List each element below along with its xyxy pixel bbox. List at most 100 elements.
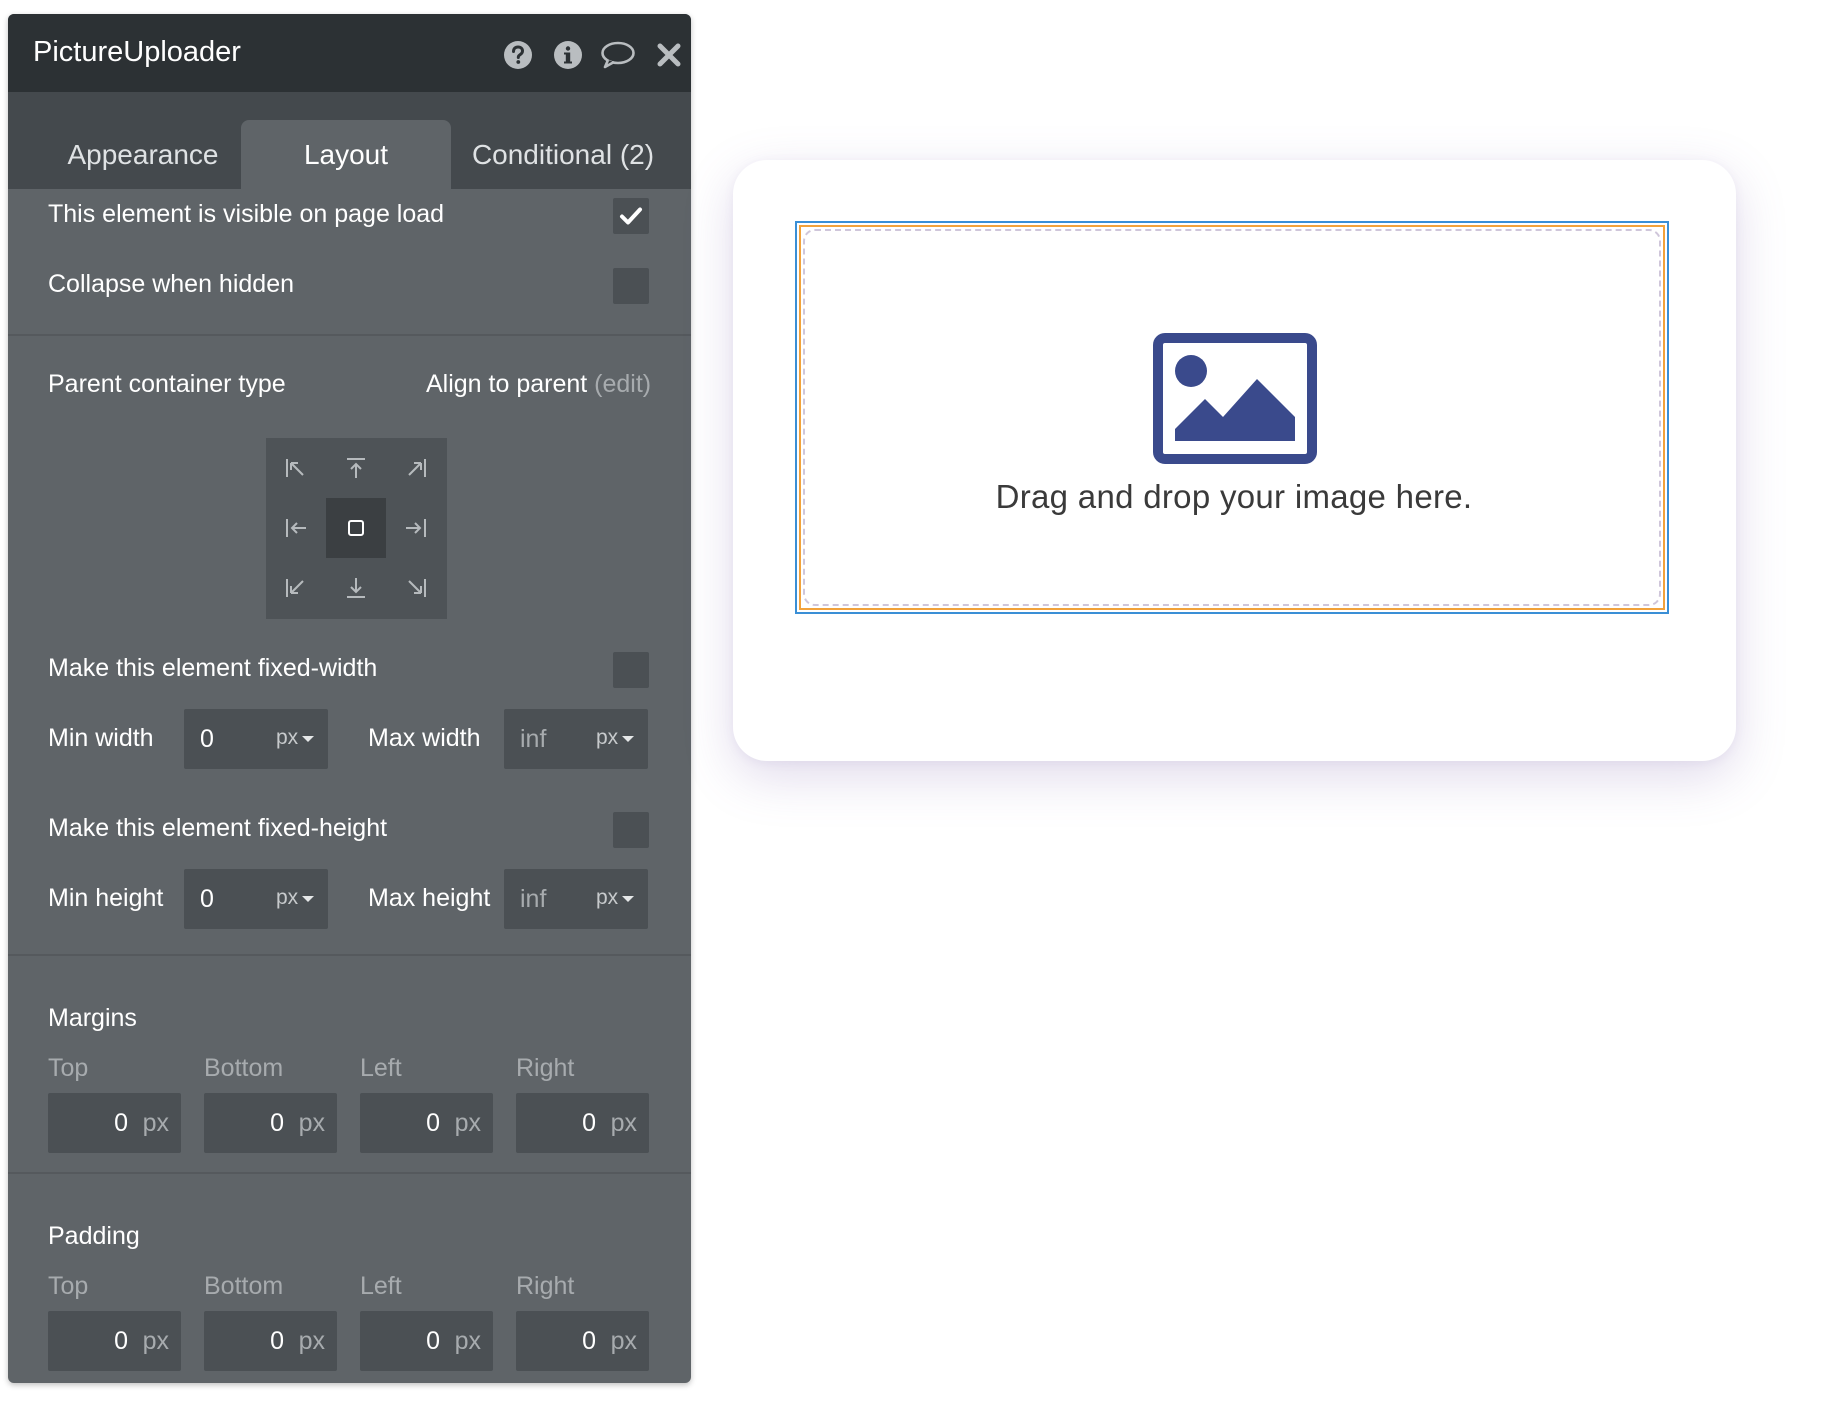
padding-top-label: Top bbox=[48, 1272, 89, 1300]
info-icon[interactable] bbox=[553, 40, 583, 70]
align-top-center-button[interactable] bbox=[326, 438, 386, 498]
min-width-input[interactable]: 0 px bbox=[184, 709, 328, 769]
margin-top-value: 0 bbox=[114, 1109, 128, 1137]
align-middle-left-icon bbox=[286, 519, 306, 537]
align-top-right-button[interactable] bbox=[386, 438, 446, 498]
help-icon[interactable] bbox=[503, 40, 533, 70]
align-center-button[interactable] bbox=[326, 498, 386, 558]
margins-title: Margins bbox=[48, 1004, 137, 1032]
chevron-down-icon bbox=[622, 896, 634, 902]
padding-left-label: Left bbox=[360, 1272, 402, 1300]
padding-left-unit: px bbox=[454, 1327, 481, 1355]
min-height-unit-select[interactable]: px bbox=[276, 886, 298, 910]
max-width-unit-select[interactable]: px bbox=[596, 726, 618, 750]
visible-on-load-label: This element is visible on page load bbox=[48, 200, 445, 228]
tab-appearance[interactable]: Appearance bbox=[33, 120, 253, 189]
margin-top-unit: px bbox=[142, 1109, 169, 1137]
section-divider bbox=[8, 1172, 691, 1174]
margin-left-unit: px bbox=[454, 1109, 481, 1137]
align-top-left-button[interactable] bbox=[266, 438, 326, 498]
margin-right-value: 0 bbox=[582, 1109, 596, 1137]
padding-right-label: Right bbox=[516, 1272, 575, 1300]
tab-layout[interactable]: Layout bbox=[241, 120, 451, 189]
max-height-input[interactable]: inf px bbox=[504, 869, 648, 929]
padding-left-input[interactable]: 0 px bbox=[360, 1311, 493, 1371]
min-width-value: 0 bbox=[200, 725, 214, 753]
align-top-left-icon bbox=[286, 459, 304, 477]
fixed-height-checkbox[interactable] bbox=[613, 812, 649, 848]
tab-appearance-label: Appearance bbox=[67, 138, 219, 170]
max-width-placeholder: inf bbox=[520, 725, 547, 753]
align-bottom-left-icon bbox=[286, 579, 304, 597]
chevron-down-icon bbox=[302, 896, 314, 902]
tab-conditional-label: Conditional (2) bbox=[471, 138, 655, 170]
image-icon bbox=[1153, 333, 1317, 464]
min-width-unit-select[interactable]: px bbox=[276, 726, 298, 750]
parent-container-edit-link[interactable]: (edit) bbox=[594, 370, 651, 398]
max-height-unit-select[interactable]: px bbox=[596, 886, 618, 910]
picture-uploader[interactable]: Drag and drop your image here. bbox=[795, 221, 1669, 614]
alignment-grid bbox=[266, 438, 447, 619]
align-center-icon bbox=[348, 520, 364, 536]
align-bottom-left-button[interactable] bbox=[266, 558, 326, 618]
padding-top-value: 0 bbox=[114, 1327, 128, 1355]
padding-bottom-unit: px bbox=[298, 1327, 325, 1355]
margin-right-input[interactable]: 0 px bbox=[516, 1093, 649, 1153]
min-height-label: Min height bbox=[48, 884, 164, 912]
align-middle-right-button[interactable] bbox=[386, 498, 446, 558]
padding-right-input[interactable]: 0 px bbox=[516, 1311, 649, 1371]
margin-left-value: 0 bbox=[426, 1109, 440, 1137]
dropzone-text: Drag and drop your image here. bbox=[995, 478, 1473, 515]
min-width-label: Min width bbox=[48, 724, 154, 752]
panel-tabs: Appearance Layout Conditional (2) bbox=[8, 92, 691, 189]
margin-top-input[interactable]: 0 px bbox=[48, 1093, 181, 1153]
parent-container-type: Align to parent bbox=[426, 370, 588, 398]
parent-container-value[interactable]: Align to parent (edit) bbox=[426, 370, 651, 399]
margin-right-label: Right bbox=[516, 1054, 575, 1082]
padding-bottom-input[interactable]: 0 px bbox=[204, 1311, 337, 1371]
margin-right-unit: px bbox=[610, 1109, 637, 1137]
padding-top-input[interactable]: 0 px bbox=[48, 1311, 181, 1371]
margin-bottom-unit: px bbox=[298, 1109, 325, 1137]
chevron-down-icon bbox=[302, 736, 314, 742]
padding-left-value: 0 bbox=[426, 1327, 440, 1355]
panel-titlebar[interactable]: PictureUploader bbox=[8, 14, 691, 92]
margin-left-input[interactable]: 0 px bbox=[360, 1093, 493, 1153]
margin-left-label: Left bbox=[360, 1054, 402, 1082]
align-top-center-icon bbox=[347, 458, 365, 478]
chevron-down-icon bbox=[622, 736, 634, 742]
fixed-height-label: Make this element fixed-height bbox=[48, 814, 388, 842]
padding-top-unit: px bbox=[142, 1327, 169, 1355]
padding-bottom-value: 0 bbox=[270, 1327, 284, 1355]
collapse-when-hidden-checkbox[interactable] bbox=[613, 268, 649, 304]
margin-bottom-input[interactable]: 0 px bbox=[204, 1093, 337, 1153]
max-width-label: Max width bbox=[368, 724, 481, 752]
comment-icon[interactable] bbox=[600, 40, 636, 70]
parent-container-label: Parent container type bbox=[48, 370, 286, 398]
panel-title: PictureUploader bbox=[33, 36, 241, 68]
fixed-width-label: Make this element fixed-width bbox=[48, 654, 378, 682]
align-middle-right-icon bbox=[406, 519, 426, 537]
fixed-width-checkbox[interactable] bbox=[613, 652, 649, 688]
property-editor-panel: PictureUploader Appearance Layout Condit… bbox=[8, 14, 691, 1383]
tab-conditional[interactable]: Conditional (2) bbox=[453, 120, 673, 189]
max-width-input[interactable]: inf px bbox=[504, 709, 648, 769]
collapse-when-hidden-label: Collapse when hidden bbox=[48, 270, 295, 298]
close-icon[interactable] bbox=[654, 40, 684, 70]
max-height-label: Max height bbox=[368, 884, 491, 912]
padding-bottom-label: Bottom bbox=[204, 1272, 284, 1300]
align-bottom-center-button[interactable] bbox=[326, 558, 386, 618]
margin-top-label: Top bbox=[48, 1054, 89, 1082]
checkmark-icon bbox=[620, 207, 642, 225]
padding-right-unit: px bbox=[610, 1327, 637, 1355]
visible-on-load-checkbox[interactable] bbox=[613, 198, 649, 234]
align-top-right-icon bbox=[408, 459, 426, 477]
section-divider bbox=[8, 954, 691, 956]
align-bottom-right-button[interactable] bbox=[386, 558, 446, 618]
align-middle-left-button[interactable] bbox=[266, 498, 326, 558]
min-height-value: 0 bbox=[200, 885, 214, 913]
padding-right-value: 0 bbox=[582, 1327, 596, 1355]
min-height-input[interactable]: 0 px bbox=[184, 869, 328, 929]
max-height-placeholder: inf bbox=[520, 885, 547, 913]
margin-bottom-value: 0 bbox=[270, 1109, 284, 1137]
